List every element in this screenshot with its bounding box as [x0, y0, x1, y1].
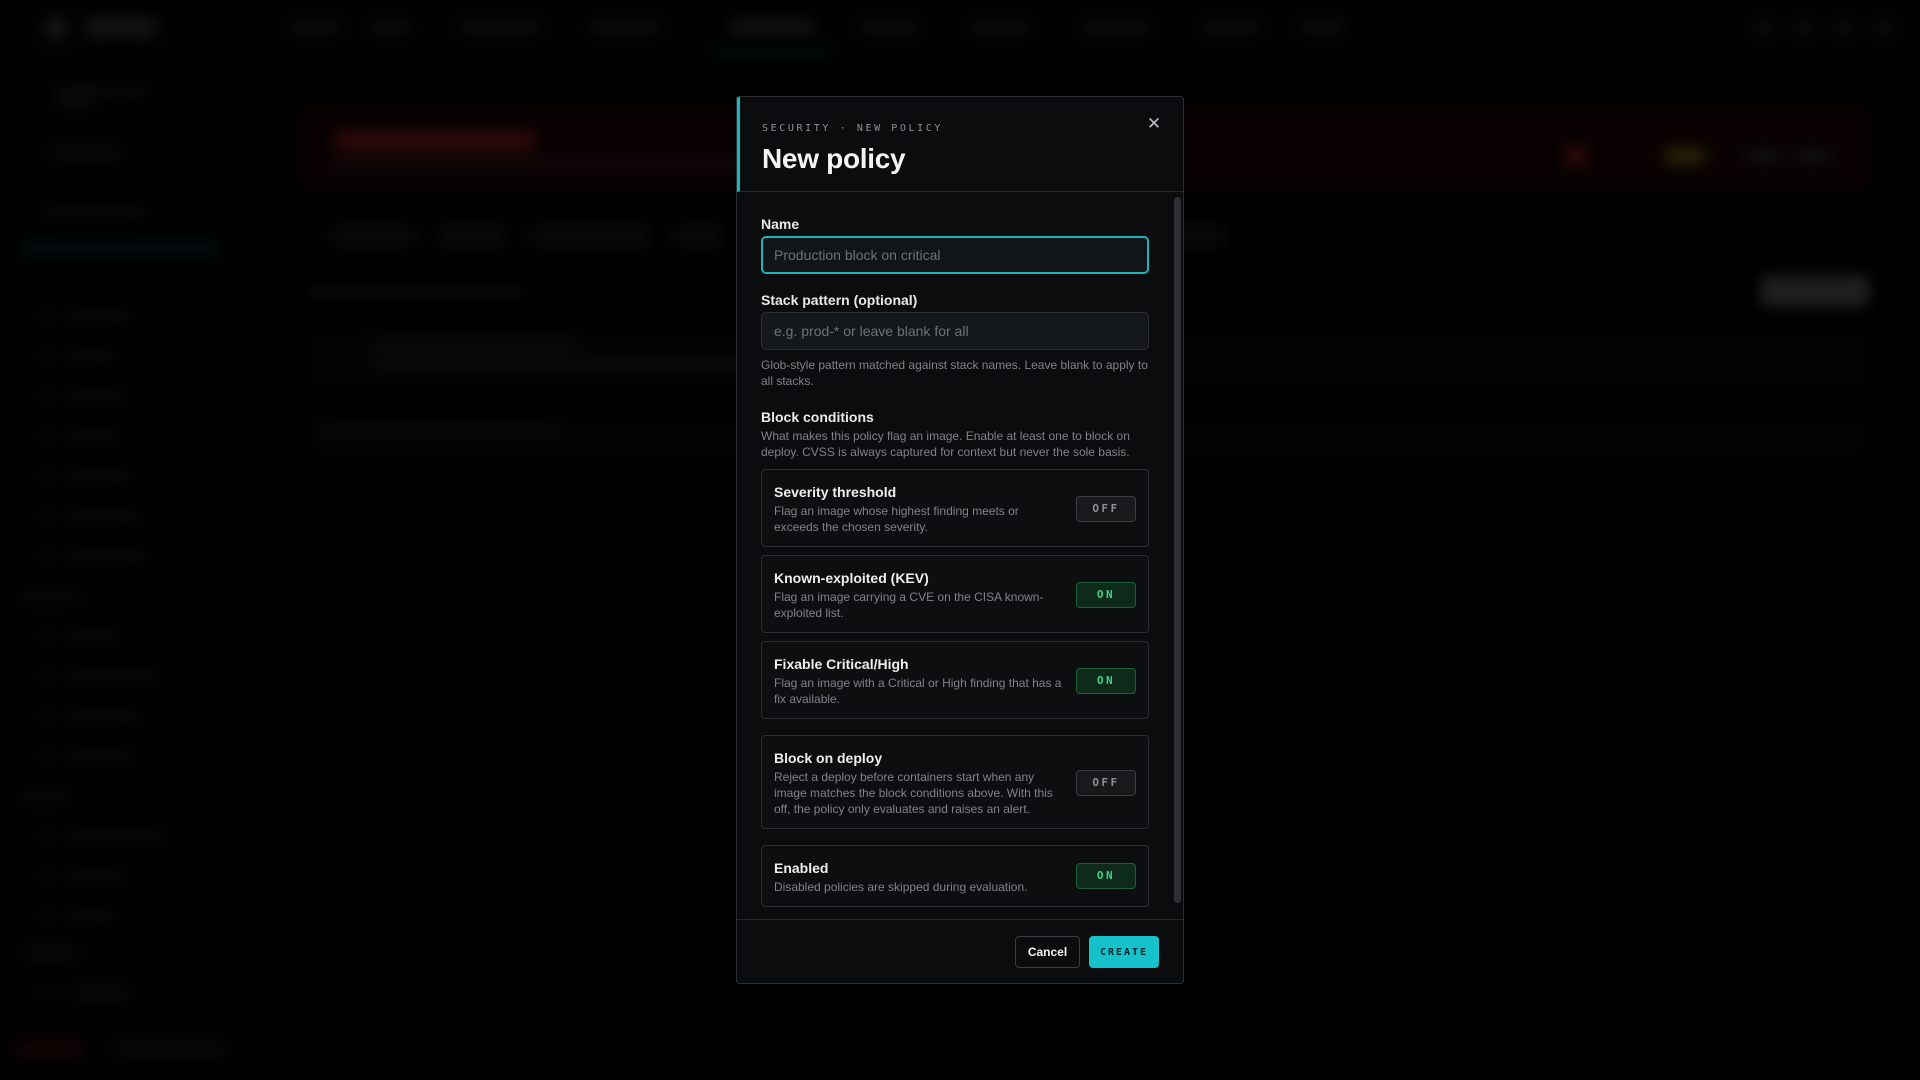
fixable-critical-high-toggle[interactable]: ON: [1076, 668, 1136, 694]
stack-pattern-help: Glob-style pattern matched against stack…: [761, 358, 1148, 388]
stack-pattern-label: Stack pattern (optional): [761, 292, 918, 308]
create-button[interactable]: CREATE: [1089, 936, 1159, 968]
dialog-eyebrow: SECURITY · NEW POLICY: [762, 123, 944, 134]
block-on-deploy-toggle[interactable]: OFF: [1076, 770, 1136, 796]
condition-block-on-deploy: Block on deploy Reject a deploy before c…: [761, 735, 1149, 829]
close-button[interactable]: ✕: [1143, 113, 1165, 135]
condition-description: Reject a deploy before containers start …: [774, 770, 1053, 816]
condition-title: Severity threshold: [774, 484, 897, 500]
condition-title: Block on deploy: [774, 750, 883, 766]
new-policy-dialog: SECURITY · NEW POLICY New policy ✕ Name …: [736, 96, 1184, 984]
name-label: Name: [761, 216, 800, 232]
known-exploited-toggle[interactable]: ON: [1076, 582, 1136, 608]
dialog-scrollbar[interactable]: [1174, 197, 1181, 903]
dialog-body[interactable]: Name Stack pattern (optional) Glob-style…: [737, 193, 1183, 913]
dialog-footer: Cancel CREATE: [737, 919, 1183, 983]
condition-description: Flag an image carrying a CVE on the CISA…: [774, 590, 1044, 620]
stack-pattern-input[interactable]: [761, 312, 1149, 350]
condition-title: Known-exploited (KEV): [774, 570, 929, 586]
condition-description: Flag an image with a Critical or High fi…: [774, 676, 1062, 706]
condition-title: Fixable Critical/High: [774, 656, 909, 672]
condition-fixable-critical-high: Fixable Critical/High Flag an image with…: [761, 641, 1149, 719]
enabled-toggle[interactable]: ON: [1076, 863, 1136, 889]
close-icon: ✕: [1146, 114, 1162, 133]
condition-description: Flag an image whose highest finding meet…: [774, 504, 1019, 534]
condition-enabled: Enabled Disabled policies are skipped du…: [761, 845, 1149, 907]
block-conditions-help: What makes this policy flag an image. En…: [761, 429, 1130, 459]
condition-description: Disabled policies are skipped during eva…: [774, 880, 1028, 894]
condition-known-exploited: Known-exploited (KEV) Flag an image carr…: [761, 555, 1149, 633]
name-input[interactable]: [761, 236, 1149, 274]
block-conditions-label: Block conditions: [761, 409, 874, 425]
cancel-button[interactable]: Cancel: [1015, 936, 1080, 968]
condition-title: Enabled: [774, 860, 829, 876]
severity-threshold-toggle[interactable]: OFF: [1076, 496, 1136, 522]
dialog-header: SECURITY · NEW POLICY New policy ✕: [737, 97, 1183, 192]
dialog-title: New policy: [762, 143, 906, 174]
condition-severity-threshold: Severity threshold Flag an image whose h…: [761, 469, 1149, 547]
